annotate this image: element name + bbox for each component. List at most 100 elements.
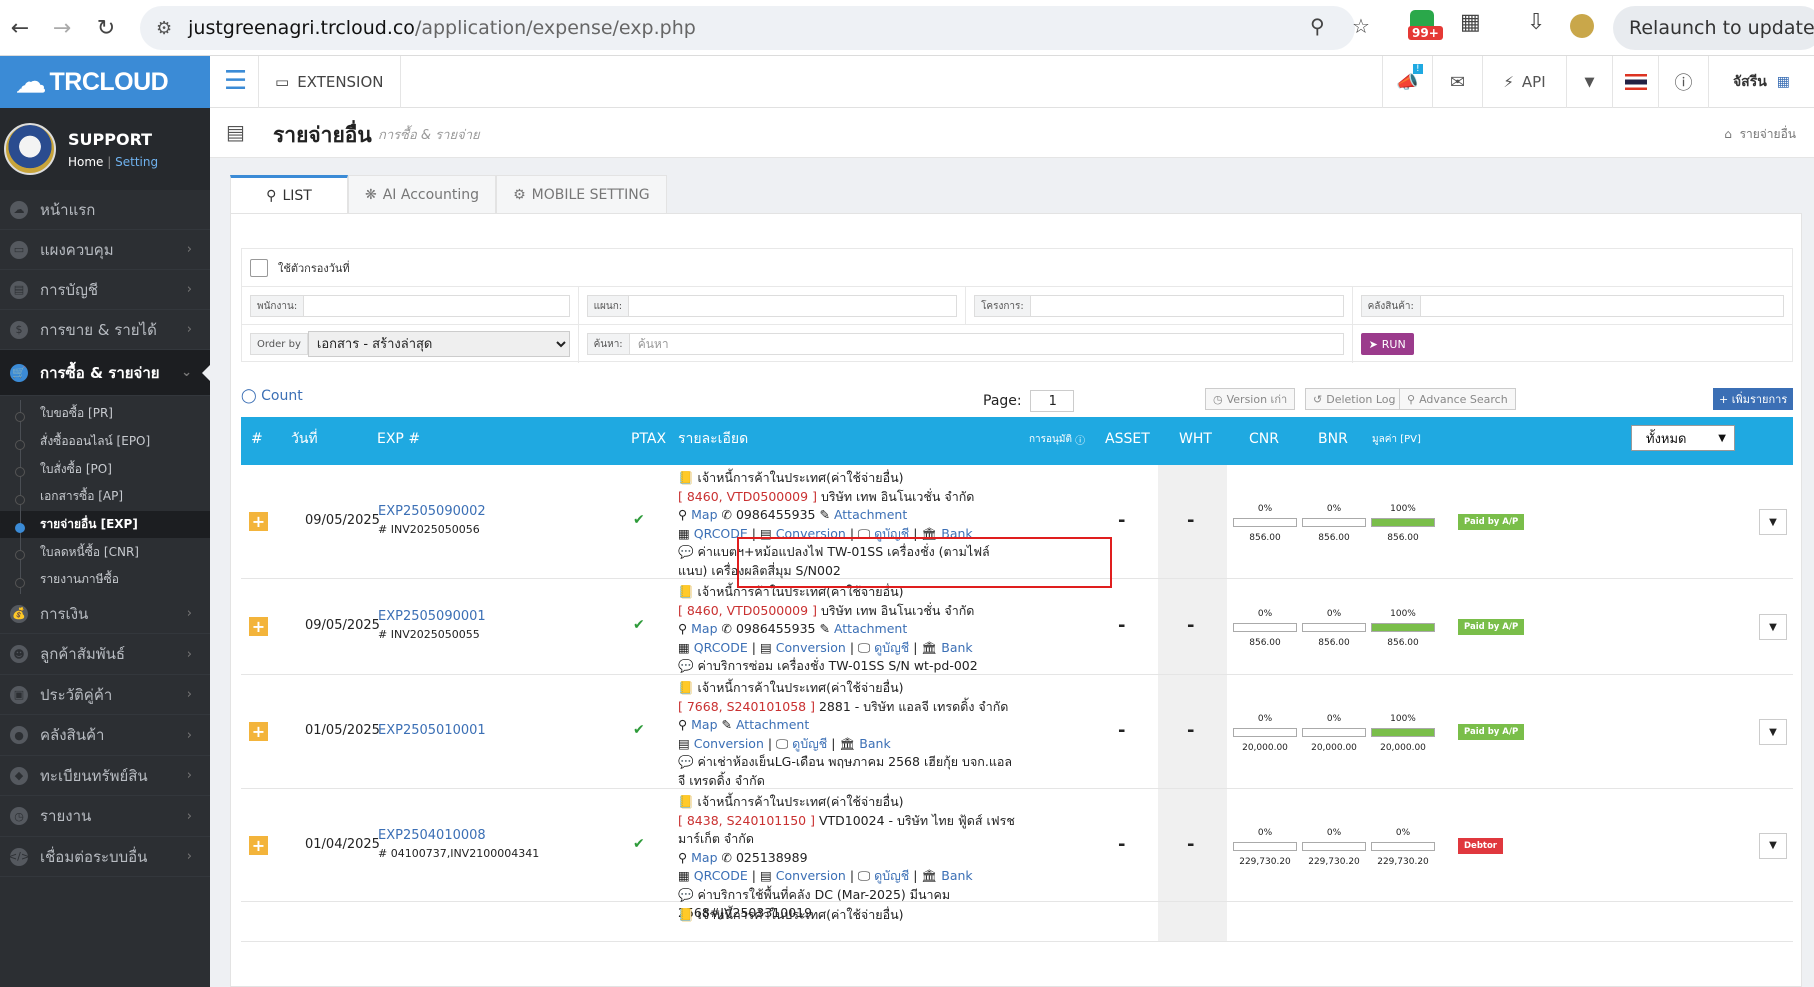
sidebar-item-b3[interactable]: ● คลังสินค้า › — [0, 715, 210, 756]
attachment-link[interactable]: Attachment — [834, 621, 907, 636]
sidebar-item-b1[interactable]: ☻ ลูกค้าสัมพันธ์ › — [0, 634, 210, 675]
employee-input[interactable] — [304, 295, 570, 317]
address-bar[interactable]: ⚙ justgreenagri.trcloud.co/application/e… — [140, 6, 1370, 50]
sidebar-subitem-2[interactable]: ใบสั่งซื้อ [PO] — [0, 455, 210, 483]
order-by-select[interactable]: เอกสาร - สร้างล่าสุด — [307, 331, 570, 357]
map-link[interactable]: Map — [691, 850, 717, 865]
tab-mobile-setting[interactable]: ⚙ MOBILE SETTING — [496, 175, 667, 213]
tab-ai-accounting[interactable]: ❋ AI Accounting — [348, 175, 497, 213]
sidebar-item-2[interactable]: ▤ การบัญชี › — [0, 270, 210, 310]
vendor-code-link[interactable]: [ 8438, S240101150 ] — [678, 813, 815, 828]
sidebar-subitem-4[interactable]: รายจ่ายอื่น [EXP] — [0, 510, 210, 539]
download-icon[interactable]: ⇩ — [1527, 10, 1545, 35]
qrcode-link[interactable]: QRCODE — [694, 526, 748, 541]
profile-avatar-icon[interactable] — [1570, 14, 1594, 38]
expand-row-button[interactable]: + — [249, 512, 268, 531]
conversion-link[interactable]: Conversion — [776, 526, 846, 541]
site-info-icon[interactable]: ⚙ — [156, 18, 172, 39]
exp-number-link[interactable]: EXP2505090001 — [378, 609, 486, 624]
view-account-link[interactable]: ดูบัญชี — [874, 868, 909, 883]
sidebar-item-b5[interactable]: ◷ รายงาน › — [0, 796, 210, 837]
sidebar-item-b4[interactable]: ◆ ทะเบียนทรัพย์สิน › — [0, 756, 210, 797]
row-actions-dropdown[interactable]: ▼ — [1759, 832, 1787, 859]
vendor-code-link[interactable]: [ 7668, S240101058 ] — [678, 699, 815, 714]
view-account-link[interactable]: ดูบัญชี — [792, 736, 827, 751]
home-link[interactable]: Home — [68, 155, 103, 169]
sidebar-subitem-5[interactable]: ใบลดหนี้ซื้อ [CNR] — [0, 538, 210, 566]
exp-number-link[interactable]: EXP2504010008 — [378, 828, 486, 843]
warehouse-input[interactable] — [1420, 295, 1784, 317]
status-filter-select[interactable]: ทั้งหมด ▼ — [1631, 425, 1735, 451]
exp-number-link[interactable]: EXP2505010001 — [378, 723, 486, 738]
sidebar-item-1[interactable]: ▭ แผงควบคุม › — [0, 230, 210, 270]
conversion-link[interactable]: Conversion — [776, 640, 846, 655]
version-button[interactable]: ◷ Version เก่า — [1205, 388, 1296, 410]
col-date[interactable]: วันที่ — [291, 417, 318, 461]
conversion-link[interactable]: Conversion — [694, 736, 764, 751]
qrcode-link[interactable]: QRCODE — [694, 640, 748, 655]
api-button[interactable]: ⚡ API — [1482, 56, 1566, 108]
count-button[interactable]: ◯ Count — [241, 388, 303, 404]
add-item-button[interactable]: + เพิ่มรายการ — [1713, 388, 1794, 410]
sidebar-item-b0[interactable]: 💰 การเงิน › — [0, 594, 210, 635]
map-link[interactable]: Map — [691, 507, 717, 522]
bookmark-star-icon[interactable]: ☆ — [1352, 14, 1370, 38]
map-link[interactable]: Map — [691, 621, 717, 636]
home-icon[interactable]: ⌂ — [1724, 127, 1732, 141]
row-actions-dropdown[interactable]: ▼ — [1759, 719, 1787, 745]
extension-button[interactable]: ▭ EXTENSION — [258, 56, 401, 108]
help-icon[interactable]: ⓘ — [1658, 56, 1708, 108]
user-menu[interactable]: จัสรีน ▦ — [1708, 56, 1814, 108]
sidebar-item-b2[interactable]: ▣ ประวัติคู่ค้า › — [0, 675, 210, 716]
tab-list[interactable]: ⚲ LIST — [230, 175, 348, 213]
sidebar-item-0[interactable]: ☁ หน้าแรก — [0, 190, 210, 230]
search-input[interactable]: ค้นหา — [629, 333, 1344, 355]
sidebar-subitem-0[interactable]: ใบขอซื้อ [PR] — [0, 400, 210, 428]
mail-icon[interactable]: ✉ — [1432, 56, 1482, 108]
view-account-link[interactable]: ดูบัญชี — [874, 526, 909, 541]
puzzle-icon[interactable]: ▦ — [1460, 10, 1481, 35]
page-input[interactable]: 1 — [1029, 390, 1074, 412]
conversion-link[interactable]: Conversion — [776, 868, 846, 883]
view-account-link[interactable]: ดูบัญชี — [874, 640, 909, 655]
expand-row-button[interactable]: + — [249, 722, 268, 741]
expand-row-button[interactable]: + — [249, 835, 268, 855]
bank-link[interactable]: Bank — [859, 736, 890, 751]
date-filter-checkbox[interactable] — [250, 259, 268, 277]
brand-logo[interactable]: ☁ TRCLOUD — [0, 56, 210, 108]
project-input[interactable] — [1030, 295, 1344, 317]
sidebar-subitem-1[interactable]: สั่งซื้อออนไลน์ [EPO] — [0, 427, 210, 456]
back-icon[interactable]: ← — [0, 8, 40, 48]
bank-link[interactable]: Bank — [941, 526, 972, 541]
caret-down-icon[interactable]: ▼ — [1566, 56, 1612, 108]
row-actions-dropdown[interactable]: ▼ — [1759, 614, 1787, 640]
language-flag-icon[interactable] — [1612, 56, 1658, 108]
sidebar-item-b6[interactable]: </> เชื่อมต่อระบบอื่น › — [0, 837, 210, 878]
attachment-link[interactable]: Attachment — [834, 507, 907, 522]
calculator-icon[interactable]: ▦ — [1777, 74, 1790, 90]
advance-search-button[interactable]: ⚲ Advance Search — [1399, 388, 1516, 410]
vendor-code-link[interactable]: [ 8460, VTD0500009 ] — [678, 489, 817, 504]
qrcode-link[interactable]: QRCODE — [694, 868, 748, 883]
hamburger-menu-icon[interactable]: ☰ — [224, 66, 247, 96]
announcement-button[interactable]: 📣 ! — [1382, 56, 1432, 108]
sidebar-subitem-6[interactable]: รายงานภาษีซื้อ — [0, 566, 210, 594]
row-actions-dropdown[interactable]: ▼ — [1759, 509, 1787, 535]
setting-link[interactable]: Setting — [115, 155, 158, 169]
extension-icon[interactable]: 99+ — [1408, 10, 1443, 40]
reload-icon[interactable]: ↻ — [86, 8, 126, 48]
sidebar-item-4[interactable]: 🛒 การซื้อ & รายจ่าย ⌄ — [0, 350, 210, 396]
map-link[interactable]: Map — [691, 717, 717, 732]
relaunch-button[interactable]: Relaunch to update — [1613, 6, 1814, 50]
col-exp[interactable]: EXP # — [377, 417, 420, 461]
zoom-icon[interactable]: ⚲ — [1310, 14, 1325, 38]
attachment-link[interactable]: Attachment — [736, 717, 809, 732]
sidebar-item-3[interactable]: $ การขาย & รายได้ › — [0, 310, 210, 350]
deletion-log-button[interactable]: ↺ Deletion Log — [1305, 388, 1404, 410]
exp-number-link[interactable]: EXP2505090002 — [378, 504, 486, 519]
expand-row-button[interactable]: + — [249, 617, 268, 636]
bank-link[interactable]: Bank — [941, 640, 972, 655]
forward-icon[interactable]: → — [42, 8, 82, 48]
info-icon[interactable]: ⓘ — [1075, 432, 1085, 447]
run-button[interactable]: ➤ RUN — [1360, 333, 1414, 355]
